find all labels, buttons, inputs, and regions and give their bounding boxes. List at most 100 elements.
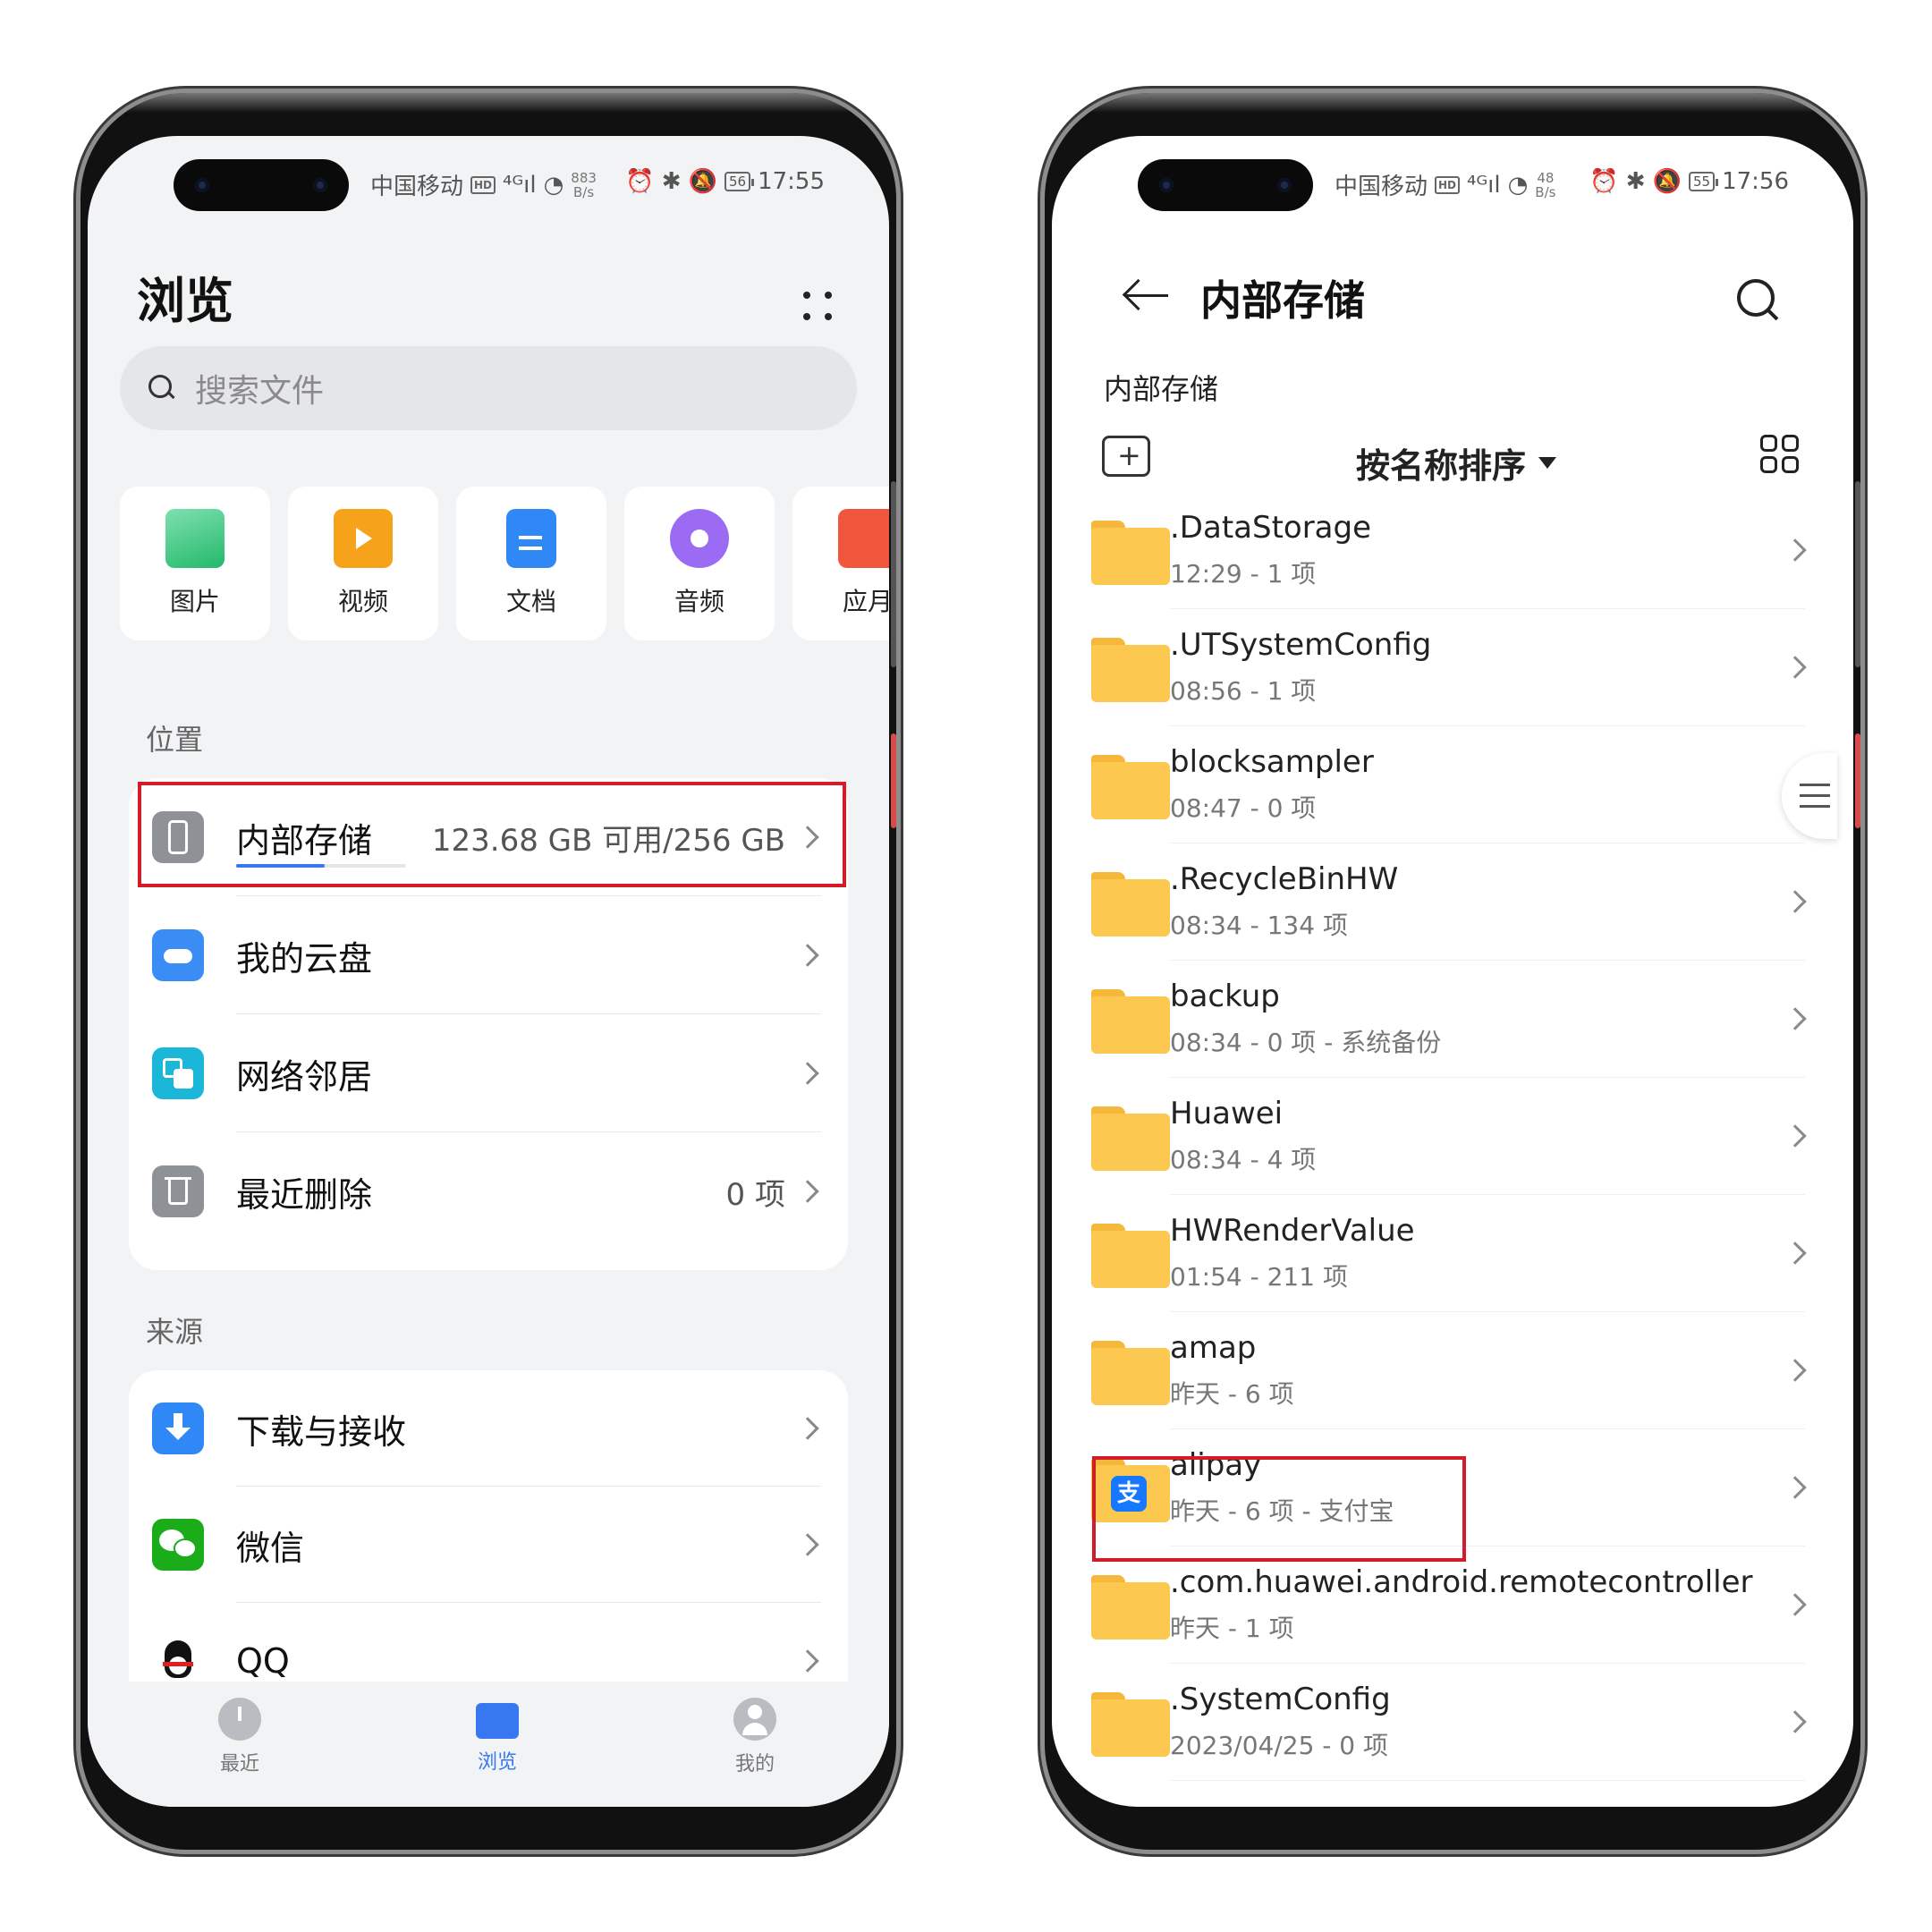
chevron-right-icon [1784,1241,1807,1265]
hd-icon: HD [470,175,496,194]
status-bar: 中国移动 HD ⁴ᴳıl ◔ 48 B/s ⏰ ✱ 🔕 55 17:56 [1052,136,1853,236]
chevron-right-icon [796,1062,819,1085]
qq-icon [152,1635,204,1687]
file-meta: 昨天 - 6 项 [1170,1379,1294,1409]
location-item-network[interactable]: 网络邻居 [129,1014,848,1132]
grid-view-icon[interactable] [1760,435,1801,476]
chevron-right-icon [796,944,819,967]
folder-icon [1091,1575,1170,1640]
file-name: Huawei [1170,1096,1284,1131]
section-header-location: 位置 [146,723,204,757]
tab-recent[interactable]: 最近 [186,1698,293,1776]
bottom-tab-bar: 最近 浏览 我的 [88,1682,889,1807]
file-row[interactable]: blocksampler 08:47 - 0 项 [1052,726,1853,843]
location-item-cloud-drive[interactable]: 我的云盘 [129,896,848,1014]
location-item-recently-deleted[interactable]: 最近删除 0 项 [129,1132,848,1250]
mute-icon: 🔕 [688,168,717,195]
new-folder-icon[interactable] [1102,436,1150,477]
document-icon [506,509,556,568]
cloud-drive-icon [152,929,204,981]
folder-icon [1091,755,1170,819]
wifi-icon: ◔ [1507,171,1529,199]
battery-icon: 56 [724,172,755,191]
chevron-right-icon [796,1417,819,1440]
chevron-right-icon [1784,890,1807,913]
video-icon [334,509,393,568]
clock-time: 17:55 [758,168,825,195]
internal-storage-screen: 中国移动 HD ⁴ᴳıl ◔ 48 B/s ⏰ ✱ 🔕 55 17:56 内部存储… [1052,136,1853,1807]
breadcrumb[interactable]: 内部存储 [1104,367,1218,408]
file-row[interactable]: HWRenderValue 01:54 - 211 项 [1052,1195,1853,1312]
tab-browse[interactable]: 浏览 [444,1698,551,1775]
file-row[interactable]: backup 08:34 - 0 项 - 系统备份 [1052,961,1853,1078]
file-row[interactable]: .DataStorage 12:29 - 1 项 [1052,492,1853,609]
file-name: blocksampler [1170,744,1374,780]
file-row[interactable]: Huawei 08:34 - 4 项 [1052,1078,1853,1195]
file-row[interactable]: .SystemConfig 2023/04/25 - 0 项 [1052,1664,1853,1781]
category-documents[interactable]: 文档 [456,487,606,640]
chevron-right-icon [1784,1593,1807,1616]
deleted-count: 0 项 [725,1176,785,1213]
wifi-icon: ◔ [543,171,564,199]
file-name: .DataStorage [1170,510,1372,546]
source-item-wechat[interactable]: 微信 [129,1487,848,1603]
sort-dropdown[interactable]: 按名称排序 [1356,438,1557,487]
signal-icon: ⁴ᴳıl [1467,171,1501,199]
net-speed: 48 B/s [1535,169,1556,200]
file-name: amap [1170,1330,1257,1366]
file-row[interactable]: .RecycleBinHW 08:34 - 134 项 [1052,843,1853,961]
network-icon [152,1047,204,1099]
file-meta: 昨天 - 1 项 [1170,1614,1294,1643]
search-placeholder: 搜索文件 [195,373,325,410]
chevron-right-icon [1784,656,1807,679]
alarm-icon: ⏰ [625,168,655,195]
folder-icon [1091,1692,1170,1757]
source-item-downloads[interactable]: 下载与接收 [129,1370,848,1487]
file-name: HWRenderValue [1170,1213,1415,1249]
search-icon[interactable] [1737,279,1782,324]
folder-icon [1091,638,1170,702]
file-row[interactable]: .com.huawei.android.remotecontroller 昨天 -… [1052,1546,1853,1664]
tab-mine[interactable]: 我的 [701,1698,809,1776]
more-options-icon[interactable] [800,288,835,324]
alarm-icon: ⏰ [1589,168,1619,195]
category-images[interactable]: 图片 [120,487,270,640]
chevron-right-icon [1784,1007,1807,1030]
file-row[interactable]: amap 昨天 - 6 项 [1052,1312,1853,1429]
folder-icon [1091,872,1170,936]
clock-icon [218,1698,261,1741]
app-icon [838,509,889,568]
carrier-name: 中国移动 [370,174,464,200]
page-title: 浏览 [137,273,233,329]
search-bar[interactable]: 搜索文件 [120,346,857,430]
category-audio[interactable]: 音频 [624,487,775,640]
folder-icon [1091,521,1170,585]
chevron-right-icon [1784,1124,1807,1148]
image-icon [165,509,225,568]
chevron-right-icon [1784,1359,1807,1382]
file-meta: 08:47 - 0 项 [1170,793,1317,823]
category-apps[interactable]: 应月 [792,487,889,640]
file-meta: 2023/04/25 - 0 项 [1170,1731,1389,1760]
category-videos[interactable]: 视频 [288,487,438,640]
source-card: 下载与接收 微信 QQ [129,1370,848,1728]
file-row[interactable]: .UTSystemConfig 08:56 - 1 项 [1052,609,1853,726]
chevron-right-icon [1784,538,1807,562]
dropdown-arrow-icon [1538,457,1557,469]
file-name: .UTSystemConfig [1170,627,1432,663]
file-meta: 01:54 - 211 项 [1170,1262,1348,1292]
file-meta: 08:56 - 1 项 [1170,676,1317,706]
highlight-box-internal-storage [138,782,846,887]
back-arrow-icon[interactable] [1122,277,1172,313]
file-name: .com.huawei.android.remotecontroller [1170,1564,1753,1600]
net-speed: 883 B/s [571,169,597,200]
carrier-name: 中国移动 [1335,174,1428,200]
chevron-right-icon [796,1533,819,1556]
audio-icon [670,509,729,568]
search-icon [147,373,177,403]
chevron-right-icon [1784,1710,1807,1733]
camera-cutout [174,159,349,211]
right-phone: 中国移动 HD ⁴ᴳıl ◔ 48 B/s ⏰ ✱ 🔕 55 17:56 内部存储… [1045,93,1860,1850]
hd-icon: HD [1435,175,1461,194]
browse-screen: 中国移动 HD ⁴ᴳıl ◔ 883 B/s ⏰ ✱ 🔕 56 17:55 浏览 … [88,136,889,1807]
